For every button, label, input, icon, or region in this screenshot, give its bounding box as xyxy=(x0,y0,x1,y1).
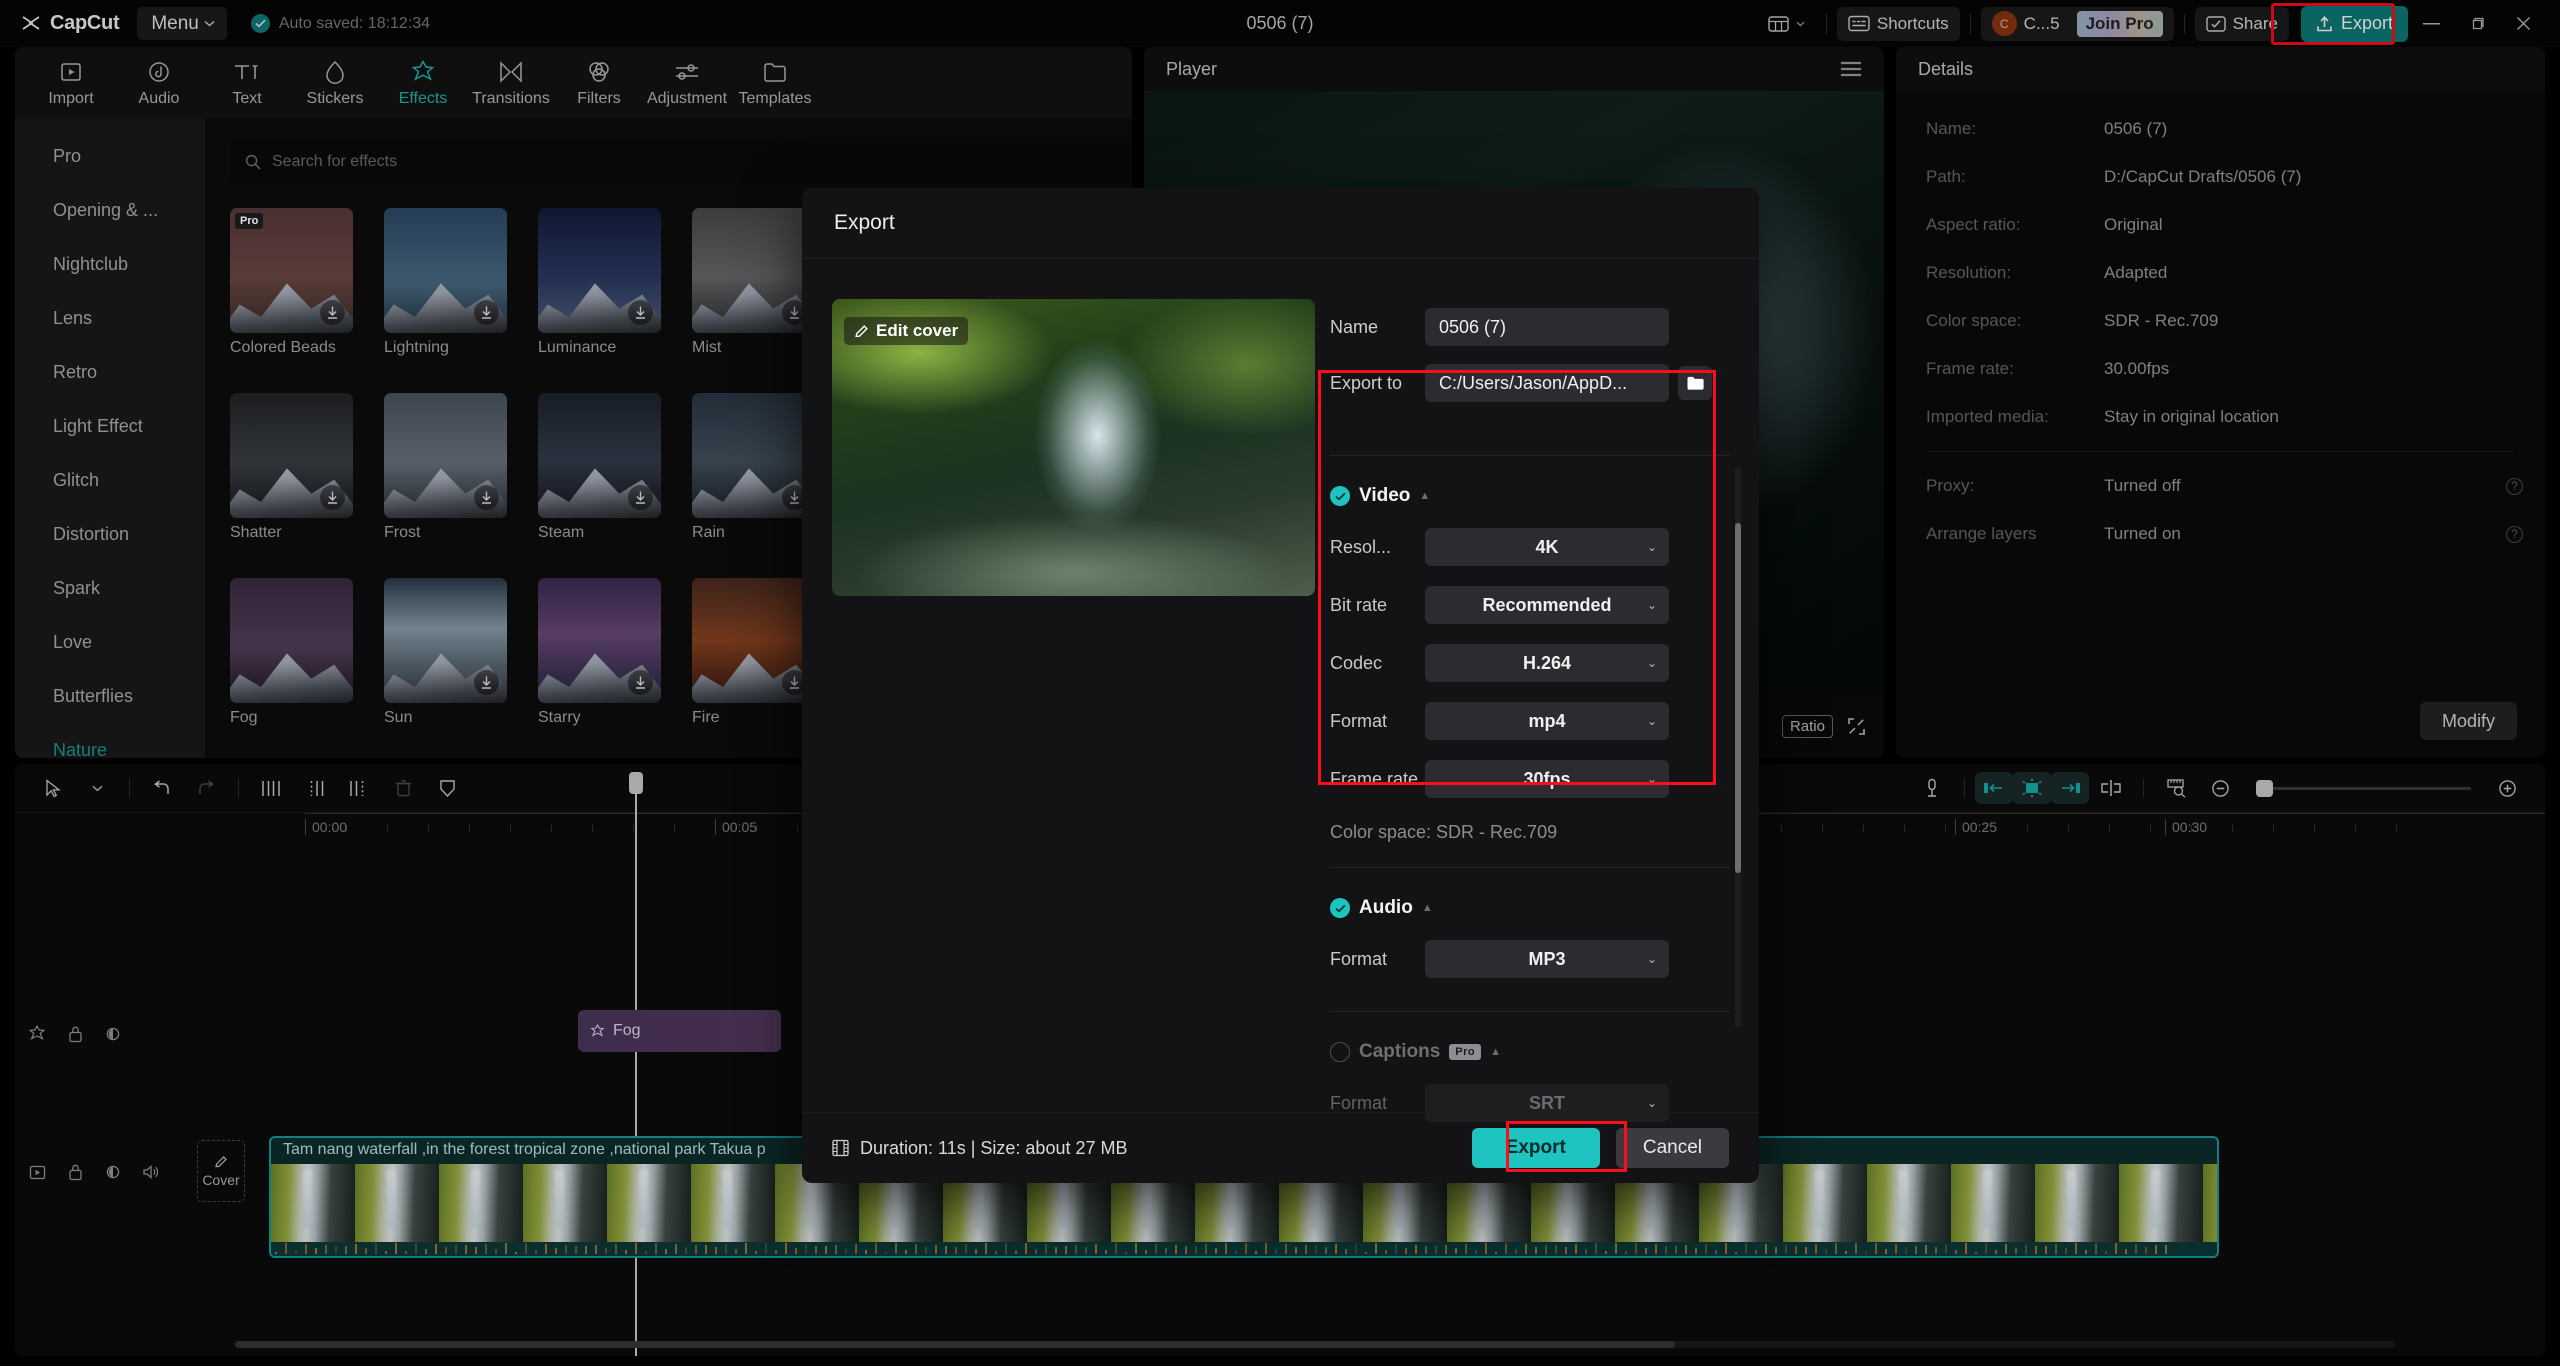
setting-row: Resol... 4K ⌄ xyxy=(1330,518,1730,576)
audio-section: Audio ▲ Format MP3 ⌄ xyxy=(1330,867,1730,988)
setting-row: Frame rate 30fps ⌄ xyxy=(1330,750,1730,808)
chevron-down-icon: ⌄ xyxy=(1647,656,1657,670)
setting-row: Bit rate Recommended ⌄ xyxy=(1330,576,1730,634)
chevron-down-icon: ⌄ xyxy=(1647,540,1657,554)
capcut-window: CapCut Menu Auto saved: 18:12:34 xyxy=(0,0,2560,1366)
pro-badge: Pro xyxy=(235,213,263,229)
divider xyxy=(1330,1011,1730,1012)
video-settings-rows: Resol...4K⌄Bit rateRecommended⌄CodecH.26… xyxy=(1330,518,1730,808)
setting-label: Bit rate xyxy=(1330,595,1425,616)
export-to-input[interactable]: C:/Users/Jason/AppD... xyxy=(1425,364,1669,402)
cancel-button[interactable]: Cancel xyxy=(1616,1128,1729,1168)
setting-label: Codec xyxy=(1330,653,1425,674)
setting-label: Format xyxy=(1330,949,1425,970)
setting-select[interactable]: 4K ⌄ xyxy=(1425,528,1669,566)
edit-cover-label: Edit cover xyxy=(876,321,958,341)
dialog-scrollbar[interactable] xyxy=(1735,467,1741,1027)
divider xyxy=(1330,455,1730,456)
video-section: Video ▲ Resol...4K⌄Bit rateRecommended⌄C… xyxy=(1330,455,1730,843)
edit-cover-button[interactable]: Edit cover xyxy=(844,317,968,345)
video-section-header[interactable]: Video ▲ xyxy=(1330,474,1730,518)
setting-value: mp4 xyxy=(1528,711,1565,732)
captions-section-header[interactable]: Captions Pro ▲ xyxy=(1330,1030,1730,1074)
export-confirm-button[interactable]: Export xyxy=(1472,1128,1600,1168)
caret-up-icon[interactable]: ▲ xyxy=(1422,902,1433,914)
caret-up-icon[interactable]: ▲ xyxy=(1419,490,1430,502)
export-to-label: Export to xyxy=(1330,373,1425,394)
setting-value: 4K xyxy=(1535,537,1558,558)
video-color-space: Color space: SDR - Rec.709 xyxy=(1330,822,1730,843)
captions-checkbox[interactable] xyxy=(1330,1042,1350,1062)
setting-select[interactable]: mp4 ⌄ xyxy=(1425,702,1669,740)
duration-text: Duration: 11s | Size: about 27 MB xyxy=(860,1138,1128,1159)
chevron-down-icon: ⌄ xyxy=(1647,952,1657,966)
pencil-icon xyxy=(854,324,869,339)
video-checkbox[interactable] xyxy=(1330,486,1350,506)
footer-actions: Export Cancel xyxy=(1472,1128,1729,1168)
chevron-down-icon: ⌄ xyxy=(1647,1096,1657,1110)
audio-section-header[interactable]: Audio ▲ xyxy=(1330,886,1730,930)
name-row: Name 0506 (7) xyxy=(1330,299,1730,355)
folder-browse-button[interactable] xyxy=(1678,366,1712,400)
chevron-down-icon: ⌄ xyxy=(1647,772,1657,786)
setting-value: SRT xyxy=(1529,1093,1565,1114)
captions-section-title: Captions xyxy=(1359,1041,1440,1063)
cover-preview[interactable]: Edit cover xyxy=(832,299,1315,596)
export-form: Name 0506 (7) Export to C:/Users/Jason/A… xyxy=(1330,299,1730,411)
audio-section-title: Audio xyxy=(1359,897,1413,919)
setting-value: Recommended xyxy=(1482,595,1611,616)
export-to-row: Export to C:/Users/Jason/AppD... xyxy=(1330,355,1730,411)
setting-select[interactable]: H.264 ⌄ xyxy=(1425,644,1669,682)
audio-checkbox[interactable] xyxy=(1330,898,1350,918)
caret-up-icon[interactable]: ▲ xyxy=(1490,1046,1501,1058)
export-dialog-footer: Duration: 11s | Size: about 27 MB Export… xyxy=(802,1112,1759,1183)
setting-label: Format xyxy=(1330,1093,1425,1114)
film-icon xyxy=(832,1139,849,1157)
name-input[interactable]: 0506 (7) xyxy=(1425,308,1669,346)
pro-badge: Pro xyxy=(1449,1044,1481,1060)
setting-select[interactable]: 30fps ⌄ xyxy=(1425,760,1669,798)
duration-info: Duration: 11s | Size: about 27 MB xyxy=(832,1138,1128,1159)
divider xyxy=(1330,867,1730,868)
setting-row: Format MP3 ⌄ xyxy=(1330,930,1730,988)
setting-label: Frame rate xyxy=(1330,769,1425,790)
chevron-down-icon: ⌄ xyxy=(1647,714,1657,728)
setting-value: MP3 xyxy=(1528,949,1565,970)
setting-value: 30fps xyxy=(1523,769,1570,790)
setting-value: H.264 xyxy=(1523,653,1571,674)
chevron-down-icon: ⌄ xyxy=(1647,598,1657,612)
export-dialog: Export Edit cover Name 0506 (7) Export t… xyxy=(802,188,1759,1183)
audio-settings-rows: Format MP3 ⌄ xyxy=(1330,930,1730,988)
folder-icon xyxy=(1686,375,1705,391)
name-label: Name xyxy=(1330,317,1425,338)
video-section-title: Video xyxy=(1359,485,1410,507)
setting-select[interactable]: MP3 ⌄ xyxy=(1425,940,1669,978)
setting-select[interactable]: Recommended ⌄ xyxy=(1425,586,1669,624)
setting-row: Codec H.264 ⌄ xyxy=(1330,634,1730,692)
export-dialog-body: Edit cover Name 0506 (7) Export to C:/Us… xyxy=(802,259,1759,1112)
dialog-scroll-thumb[interactable] xyxy=(1735,523,1741,873)
export-dialog-title: Export xyxy=(802,188,1759,259)
setting-row: Format mp4 ⌄ xyxy=(1330,692,1730,750)
setting-label: Format xyxy=(1330,711,1425,732)
setting-label: Resol... xyxy=(1330,537,1425,558)
